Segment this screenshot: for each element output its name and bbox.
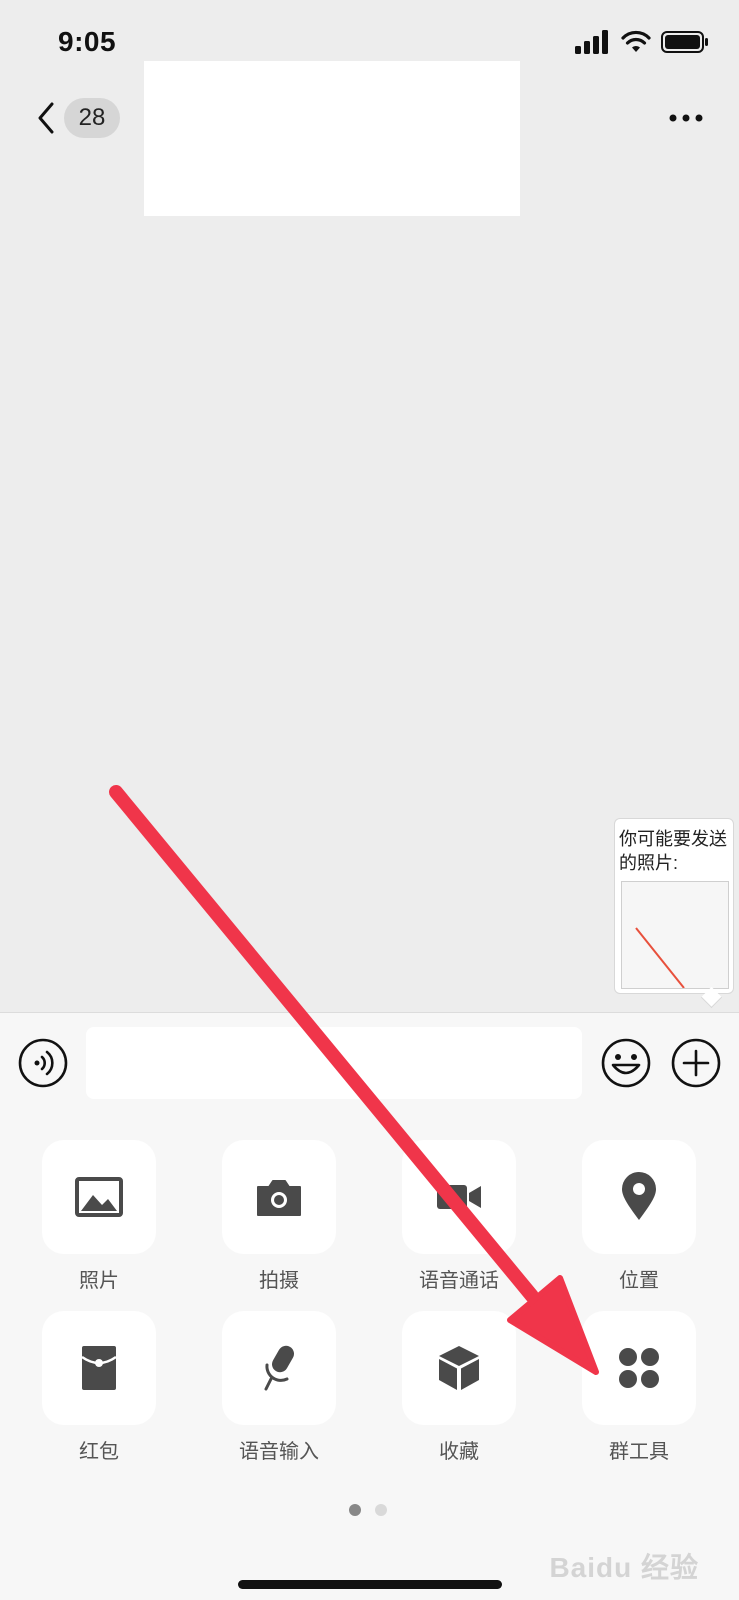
more-options-icon[interactable] [661, 103, 711, 133]
microphone-icon [264, 1345, 294, 1391]
signal-icon [575, 30, 608, 54]
tool-voice-input-box[interactable] [222, 1311, 336, 1425]
back-icon[interactable] [32, 98, 62, 138]
tool-label: 群工具 [609, 1441, 669, 1463]
tool-camera[interactable]: 拍摄 [219, 1140, 339, 1293]
page-dot-active[interactable] [349, 1504, 361, 1516]
tool-location[interactable]: 位置 [579, 1140, 699, 1293]
tool-label: 收藏 [439, 1441, 479, 1463]
tool-label: 红包 [79, 1441, 119, 1463]
suggested-photo-text: 你可能要发送的照片: [619, 829, 727, 873]
suggested-photo-popup[interactable]: 你可能要发送的照片: [614, 818, 734, 994]
tool-group-tools[interactable]: 群工具 [579, 1311, 699, 1464]
tool-group-tools-box[interactable] [582, 1311, 696, 1425]
tool-favorites-box[interactable] [402, 1311, 516, 1425]
tool-red-packet-box[interactable] [42, 1311, 156, 1425]
tool-label: 拍摄 [259, 1270, 299, 1292]
wifi-icon [621, 30, 651, 52]
status-icons [575, 30, 709, 54]
tool-camera-box[interactable] [222, 1140, 336, 1254]
camera-icon [257, 1180, 301, 1216]
red-packet-icon [81, 1346, 117, 1390]
image-icon [75, 1177, 123, 1217]
location-icon [622, 1172, 656, 1220]
watermark: Baidu 经验 [549, 1552, 699, 1583]
tool-red-packet[interactable]: 红包 [39, 1311, 159, 1464]
tool-voice-call-box[interactable] [402, 1140, 516, 1254]
favorites-cube-icon [439, 1346, 479, 1390]
emoji-icon[interactable] [600, 1037, 652, 1089]
battery-icon [661, 31, 708, 53]
video-call-icon [437, 1185, 481, 1209]
tool-favorites[interactable]: 收藏 [399, 1311, 519, 1464]
tool-label: 照片 [79, 1270, 119, 1292]
group-tools-icon [619, 1348, 659, 1388]
home-indicator[interactable] [238, 1580, 502, 1589]
tool-voice-call[interactable]: 语音通话 [399, 1140, 519, 1293]
chat-title-redacted [144, 61, 520, 216]
tool-photos[interactable]: 照片 [39, 1140, 159, 1293]
tool-label: 语音通话 [419, 1270, 499, 1292]
plus-icon[interactable] [670, 1037, 722, 1089]
message-input[interactable] [86, 1027, 582, 1099]
status-time: 9:05 [58, 26, 117, 57]
tool-photos-box[interactable] [42, 1140, 156, 1254]
page-indicator [349, 1504, 387, 1516]
tool-voice-input[interactable]: 语音输入 [219, 1311, 339, 1464]
tool-label: 语音输入 [239, 1441, 319, 1463]
tool-location-box[interactable] [582, 1140, 696, 1254]
suggested-photo-thumbnail[interactable] [621, 881, 729, 989]
tool-label: 位置 [619, 1270, 659, 1292]
voice-mode-icon[interactable] [18, 1038, 68, 1088]
thumbnail-line [635, 927, 685, 989]
page-dot[interactable] [375, 1504, 387, 1516]
unread-count-badge[interactable]: 28 [64, 98, 120, 138]
